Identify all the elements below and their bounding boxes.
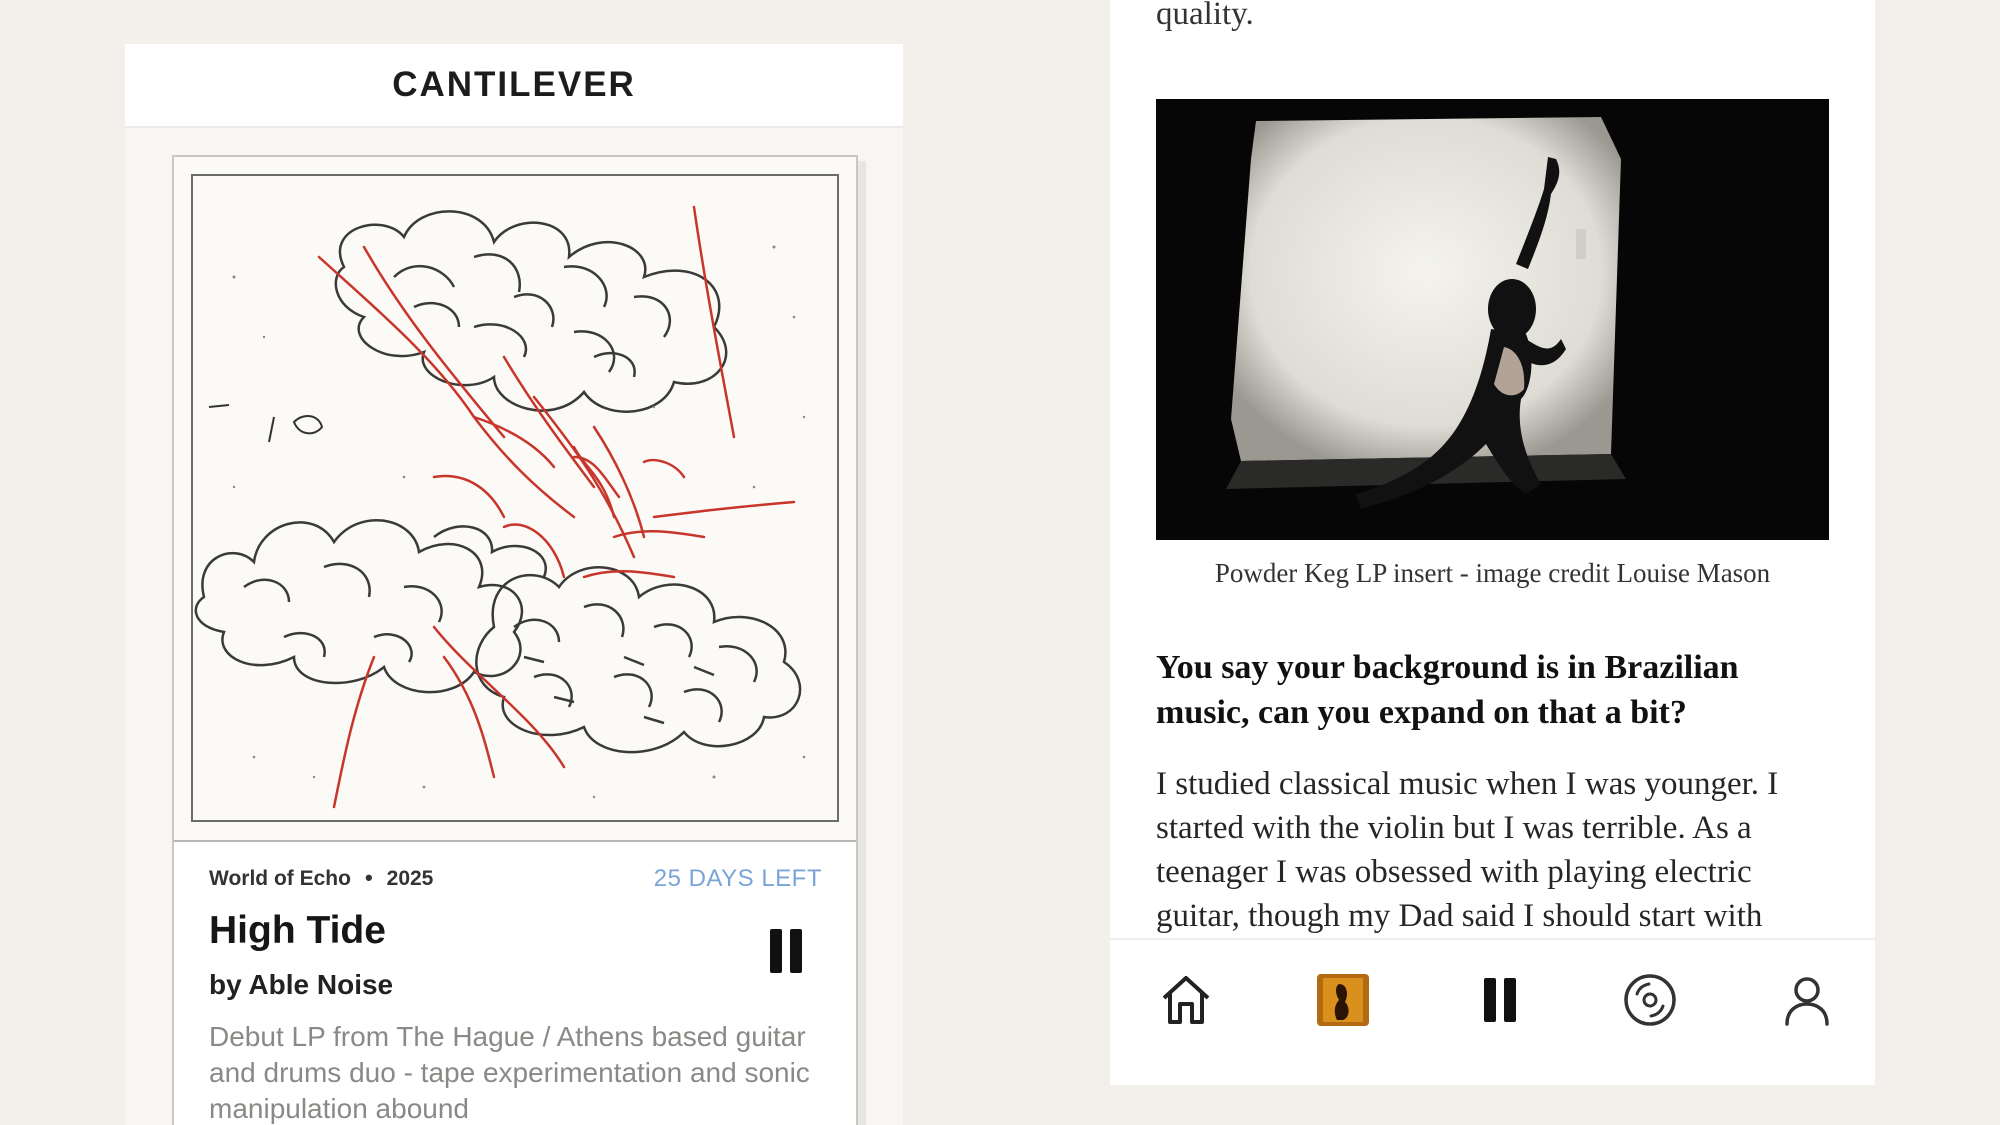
vinyl-icon [1624,974,1676,1026]
release-artist[interactable]: by Able Noise [209,969,393,1001]
pause-button[interactable] [768,929,804,975]
album-thumbnail-icon [1317,974,1369,1026]
nav-now-playing[interactable] [1313,970,1373,1030]
performer-photo [1156,99,1829,540]
days-left-badge: 25 DAYS LEFT [653,865,822,892]
pause-icon-bar [790,929,802,973]
record-label[interactable]: World of Echo [209,867,351,890]
article-photo[interactable] [1156,99,1829,540]
interview-answer: I studied classical music when I was you… [1156,766,1779,934]
pause-icon [1484,978,1516,1022]
album-artwork[interactable] [174,157,856,842]
nav-home[interactable] [1156,970,1216,1030]
right-screen: quality. Powder Keg LP insert - image cr… [1110,0,1875,1085]
nav-pause[interactable] [1470,970,1530,1030]
release-card[interactable]: World of Echo • 2025 25 DAYS LEFT High Tid… [172,155,858,1125]
article-text-fragment: quality. [1156,0,1254,32]
meta-separator: • [364,865,373,890]
release-year: 2025 [386,867,434,890]
home-icon [1162,976,1210,1024]
bottom-navigation [1110,938,1875,1085]
nav-profile[interactable] [1777,970,1837,1030]
release-description: Debut LP from The Hague / Athens based g… [209,1021,810,1124]
release-title[interactable]: High Tide [209,909,386,953]
release-meta-row: World of Echo • 2025 25 DAYS LEFT [209,865,822,895]
left-screen: CANTILEVER World of Echo • 2025 25 DAYS … [125,44,903,1125]
cloud-sketch-artwork [191,174,839,822]
nav-collection[interactable] [1620,970,1680,1030]
photo-caption: Powder Keg LP insert - image credit Loui… [1214,558,1771,588]
app-header: CANTILEVER [125,44,903,128]
brand-logo-text[interactable]: CANTILEVER [392,65,636,105]
profile-icon [1785,977,1829,1026]
pause-icon [770,929,782,973]
interview-question: You say your background is in Brazilian … [1156,649,1739,731]
